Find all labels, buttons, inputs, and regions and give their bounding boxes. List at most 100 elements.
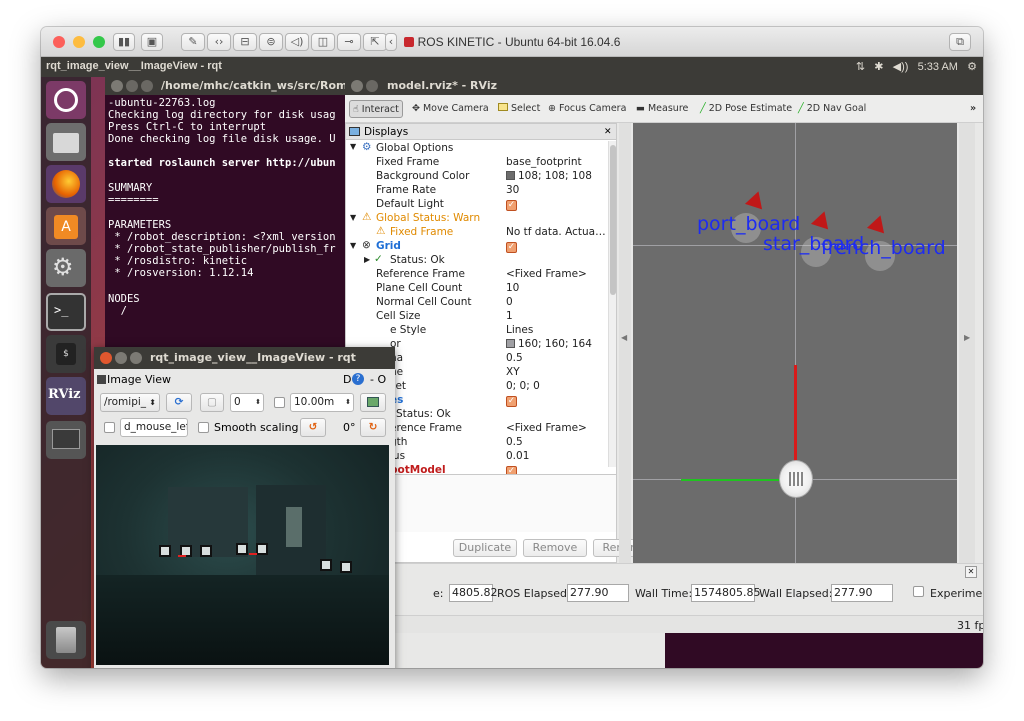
nav-goal-tool[interactable]: ╱ 2D Nav Goal [795, 100, 869, 118]
ros-elapsed-field[interactable]: 277.90 [567, 584, 629, 602]
vm-titlebar: ▮▮ ▣ ✎ ‹› ⊟ ⊜ ◁) ◫ ⊸ ⇱ ‹ ROS KINETIC - U… [41, 27, 983, 57]
alpha-value[interactable]: 0.5 [506, 352, 523, 364]
image-bright-object [286, 507, 302, 547]
system-gear-icon[interactable]: ⚙ [967, 61, 977, 73]
reference-frame-value[interactable]: <Fixed Frame> [506, 268, 587, 280]
toolbar-overflow-button[interactable]: » [967, 100, 979, 118]
files-icon[interactable] [46, 123, 86, 161]
move-camera-tool[interactable]: ✥ Move Camera [409, 100, 492, 118]
fullscreen-icon[interactable]: ⧉ [949, 33, 971, 51]
firefox-icon[interactable] [46, 165, 86, 203]
normal-cell-count-value[interactable]: 0 [506, 296, 513, 308]
dynamic-range-checkbox[interactable] [274, 397, 285, 408]
publish-mouse-checkbox[interactable] [104, 422, 115, 433]
remove-button[interactable]: Remove [523, 539, 587, 557]
grid-enabled-checkbox[interactable]: ✓ [506, 240, 517, 253]
measure-tool[interactable]: ▬ Measure [633, 100, 691, 118]
warning-icon: ⚠ [376, 225, 386, 237]
window-icon[interactable] [46, 421, 86, 459]
help-button[interactable]: ? [352, 373, 364, 385]
rqt-close-button[interactable] [100, 352, 112, 364]
terminal-minimize-button[interactable] [126, 80, 138, 92]
terminal-icon[interactable]: >_ [46, 293, 86, 331]
reference-frame-label: Reference Frame [376, 268, 465, 280]
cell-size-value[interactable]: 1 [506, 310, 513, 322]
rqt-maximize-button[interactable] [130, 352, 142, 364]
topic-select[interactable]: /romipi_ ⬍ [100, 393, 160, 412]
software-center-icon[interactable]: A [46, 207, 86, 245]
grid-color-value[interactable]: 160; 160; 164 [506, 338, 592, 350]
rviz-close-button[interactable] [351, 80, 363, 92]
rotate-left-button[interactable]: ↺ [300, 418, 326, 437]
rviz-icon[interactable]: RViz [46, 377, 86, 415]
rotate-right-button[interactable]: ↻ [360, 418, 386, 437]
frame-rate-value[interactable]: 30 [506, 184, 519, 196]
clock[interactable]: 5:33 AM [918, 61, 958, 73]
radius-value[interactable]: 0.01 [506, 450, 529, 462]
time-panel-close-button[interactable]: ✕ [965, 566, 977, 578]
bluetooth-icon[interactable]: ✱ [874, 61, 883, 73]
smooth-scaling-label: Smooth scaling [214, 421, 299, 434]
zoom-reset-button[interactable]: ▢ [200, 393, 224, 412]
experimental-checkbox[interactable] [913, 586, 924, 597]
timeout-spinbox[interactable]: 10.00m ⬍ [290, 393, 354, 412]
expand-arrow-icon[interactable]: ▼ [350, 142, 356, 151]
value-spinbox[interactable]: 0 ⬍ [230, 393, 264, 412]
length-value[interactable]: 0.5 [506, 436, 523, 448]
terminal-alt-icon[interactable]: $ [46, 335, 86, 373]
focus-camera-tool[interactable]: ⊕ Focus Camera [545, 100, 629, 118]
plugin-close-button[interactable]: - O [370, 373, 386, 386]
grid-display-row[interactable]: Grid [376, 240, 401, 252]
pose-estimate-tool[interactable]: ╱ 2D Pose Estimate [697, 100, 795, 118]
grid-status-row[interactable]: Status: Ok [390, 254, 445, 266]
interact-tool[interactable]: ☝ Interact [349, 100, 403, 118]
camera-image[interactable] [96, 445, 389, 665]
mouse-topic-input[interactable]: d_mouse_left [120, 418, 188, 437]
3d-viewport[interactable]: port_board star_board french_board [633, 123, 957, 563]
refresh-topics-button[interactable]: ⟳ [166, 393, 192, 412]
global-status-row[interactable]: Global Status: Warn [376, 212, 480, 224]
offset-value[interactable]: 0; 0; 0 [506, 380, 540, 392]
rqt-image-view-window: rqt_image_view__ImageView - rqt Image Vi… [94, 347, 395, 668]
plane-value[interactable]: XY [506, 366, 520, 378]
global-options-row[interactable]: Global Options [376, 142, 453, 154]
background-color-value[interactable]: 108; 108; 108 [506, 170, 592, 182]
network-updown-icon[interactable]: ⇅ [856, 61, 865, 73]
ros-time-field[interactable]: 4805.82 [449, 584, 498, 602]
rviz-minimize-button[interactable] [366, 80, 378, 92]
background-color-label: Background Color [376, 170, 470, 182]
axes-status-row[interactable]: Status: Ok [396, 408, 451, 420]
right-collapse-handle[interactable]: ▶ [959, 123, 975, 563]
scrollbar-thumb[interactable] [610, 145, 616, 295]
rqt-minimize-button[interactable] [115, 352, 127, 364]
terminal-close-button[interactable] [111, 80, 123, 92]
displays-close-button[interactable]: ✕ [604, 124, 612, 140]
volume-icon[interactable]: ◀)) [893, 61, 909, 73]
wall-time-label: Wall Time: [635, 587, 693, 600]
ubuntu-dash-icon[interactable] [46, 81, 86, 119]
terminal-line: PARAMETERS [108, 219, 172, 231]
smooth-scaling-checkbox[interactable] [198, 422, 209, 433]
vm-title-text: ROS KINETIC - Ubuntu 64-bit 16.04.6 [417, 35, 621, 49]
trash-icon[interactable] [46, 621, 86, 659]
system-settings-icon[interactable]: ⚙ [46, 249, 86, 287]
check-icon: ✓ [506, 242, 517, 253]
displays-scrollbar[interactable] [608, 141, 616, 467]
expand-arrow-icon[interactable]: ▼ [350, 241, 356, 250]
axes-enabled-checkbox[interactable]: ✓ [506, 394, 517, 407]
terminal-maximize-button[interactable] [141, 80, 153, 92]
expand-arrow-icon[interactable]: ▼ [350, 213, 356, 222]
wall-time-field[interactable]: 1574805.85 [691, 584, 760, 602]
default-light-checkbox[interactable]: ✓ [506, 198, 517, 211]
plane-cell-count-value[interactable]: 10 [506, 282, 519, 294]
save-image-button[interactable] [360, 393, 386, 412]
collapse-arrow-icon[interactable]: ▶ [364, 255, 370, 264]
axes-reference-frame-value[interactable]: <Fixed Frame> [506, 422, 587, 434]
line-style-value[interactable]: Lines [506, 324, 533, 336]
left-collapse-handle[interactable]: ◀ [619, 123, 631, 563]
fixed-frame-value[interactable]: base_footprint [506, 156, 582, 168]
wall-elapsed-field[interactable]: 277.90 [831, 584, 893, 602]
select-tool[interactable]: Select [495, 100, 543, 118]
duplicate-button[interactable]: Duplicate [453, 539, 517, 557]
plugin-labels-button[interactable]: D [343, 373, 351, 386]
